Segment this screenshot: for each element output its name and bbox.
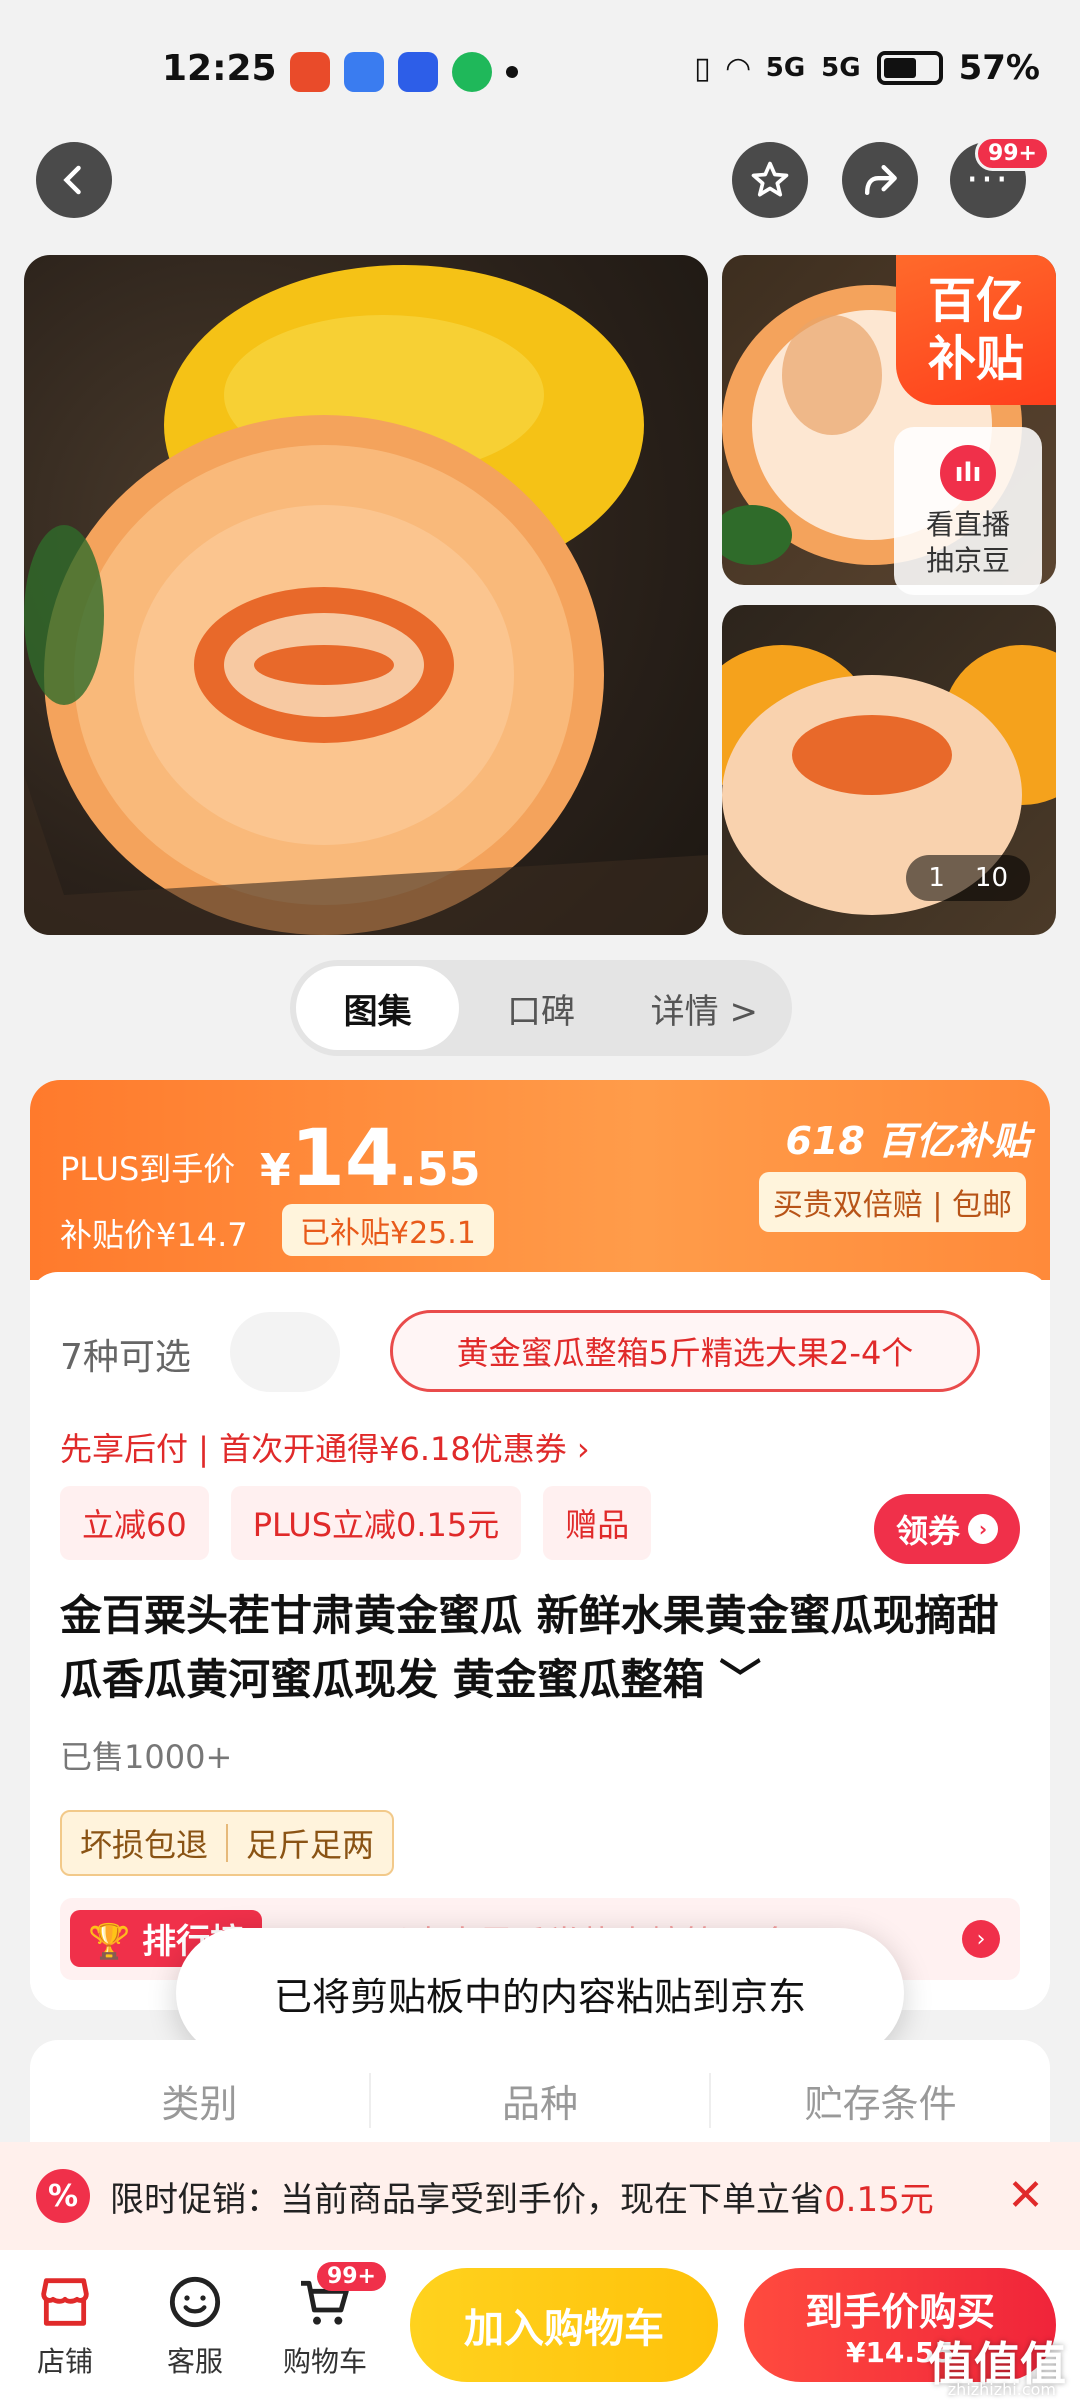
tab-details[interactable]: 详情 > xyxy=(623,966,786,1050)
cart-badge: 99+ xyxy=(316,2262,386,2291)
option-thumbnail[interactable] xyxy=(230,1312,340,1392)
promo-message: 限时促销：当前商品享受到手价，现在下单立省 xyxy=(110,2179,824,2220)
weibo-icon xyxy=(290,52,330,92)
service-label: 客服 xyxy=(166,2345,223,2378)
watermark-url: zhizhizhi.com xyxy=(947,2380,1056,2399)
customer-service-button[interactable]: 客服 xyxy=(140,2270,250,2380)
battery-percent: 57% xyxy=(958,48,1040,88)
price-decimal: .55 xyxy=(399,1142,481,1196)
subsidy-line-2: 补贴 xyxy=(927,331,1024,387)
signal-5g-icon: 5G xyxy=(765,53,806,83)
tab-gallery[interactable]: 图集 xyxy=(296,966,460,1050)
dot-icon xyxy=(506,66,518,78)
image-page-counter: 1 10 xyxy=(906,855,1030,901)
product-gallery[interactable]: 百亿 补贴 ılı 看直播 抽京豆 1 10 xyxy=(0,255,1080,935)
chat-app-icon xyxy=(452,52,492,92)
chevron-left-icon xyxy=(63,165,81,195)
status-bar: 12:25 ▯ ◠ 5G 5G 57% xyxy=(0,0,1080,140)
chip-gift[interactable]: 赠品 xyxy=(543,1486,652,1560)
promo-chips: 立减60 PLUS立减0.15元 赠品 xyxy=(60,1486,652,1560)
subsidy-amount-tag: 已补贴¥25.1 xyxy=(282,1204,494,1256)
spec-storage: 贮存条件 xyxy=(804,2081,957,2126)
plus-price-label: PLUS到手价 xyxy=(60,1150,236,1188)
live-line-1: 看直播 xyxy=(925,508,1010,541)
clipboard-toast: 已将剪贴板中的内容粘贴到京东 xyxy=(176,1928,904,2058)
page-total: 10 xyxy=(974,863,1008,893)
chevron-right-icon: › xyxy=(968,1514,998,1544)
guarantee-shipping-badge: 买贵双倍赔 | 包邮 xyxy=(758,1172,1026,1232)
get-coupon-button[interactable]: 领券 › xyxy=(873,1494,1020,1564)
subsidy-line-1: 百亿 xyxy=(927,273,1024,329)
guarantee-full-weight: 足斤足两 xyxy=(246,1826,375,1864)
final-price: ¥14.55 xyxy=(260,1114,481,1204)
chip-plus-discount[interactable]: PLUS立减0.15元 xyxy=(230,1486,522,1560)
battery-icon xyxy=(876,51,943,85)
coupon-label: 领券 xyxy=(895,1512,960,1550)
store-icon xyxy=(41,2278,89,2326)
close-icon[interactable]: ✕ xyxy=(1007,2170,1044,2221)
baidu-icon xyxy=(398,52,438,92)
spec-variety: 品种 xyxy=(371,2072,712,2128)
main-product-image[interactable] xyxy=(24,255,708,935)
share-button[interactable] xyxy=(842,142,918,218)
price-header: PLUS到手价 ¥14.55 补贴价¥14.7 已补贴¥25.1 618 百亿补… xyxy=(30,1080,1050,1280)
price-integer: 14 xyxy=(290,1114,400,1204)
store-label: 店铺 xyxy=(36,2345,93,2378)
melon-illustration xyxy=(24,265,708,935)
promo-text: 限时促销：当前商品享受到手价，现在下单立省0.15元 xyxy=(110,2172,934,2221)
bottom-action-bar: 店铺 客服 99+ 购物车 加入购物车 到手价购买 ¥14.55 xyxy=(0,2250,1080,2400)
store-button[interactable]: 店铺 xyxy=(10,2270,120,2380)
vibrate-icon: ▯ xyxy=(694,50,711,86)
percent-icon: % xyxy=(36,2169,90,2223)
page-current: 1 xyxy=(928,863,945,893)
cart-label: 购物车 xyxy=(282,2345,367,2378)
status-time: 12:25 xyxy=(162,48,277,89)
star-icon xyxy=(751,161,789,197)
add-to-cart-button[interactable]: 加入购物车 xyxy=(410,2268,718,2382)
chip-discount-60[interactable]: 立减60 xyxy=(60,1486,209,1560)
live-icon: ılı xyxy=(940,445,996,501)
back-button[interactable] xyxy=(36,142,112,218)
guarantee-damage-return: 坏损包退 xyxy=(80,1826,209,1864)
live-stream-button[interactable]: ılı 看直播 抽京豆 xyxy=(894,427,1042,595)
618-subsidy-title[interactable]: 618 百亿补贴 xyxy=(785,1110,1030,1165)
option-count[interactable]: 7种可选 xyxy=(60,1328,191,1380)
search-app-icon xyxy=(344,52,384,92)
selected-option[interactable]: 黄金蜜瓜整箱5斤精选大果2-4个 xyxy=(390,1310,980,1392)
promo-amount: 0.15元 xyxy=(824,2179,934,2220)
more-button[interactable]: ··· 99+ xyxy=(950,136,1050,218)
gallery-tabs: 图集 口碑 详情 > xyxy=(290,960,792,1056)
tab-reviews[interactable]: 口碑 xyxy=(459,966,622,1050)
product-details: 7种可选 黄金蜜瓜整箱5斤精选大果2-4个 先享后付 | 首次开通得¥6.18优… xyxy=(30,1272,1050,2010)
chat-smile-icon xyxy=(169,2276,221,2328)
pay-later-promo[interactable]: 先享后付 | 首次开通得¥6.18优惠券 › xyxy=(60,1424,590,1470)
live-line-2: 抽京豆 xyxy=(925,544,1010,577)
price-currency: ¥ xyxy=(260,1145,291,1196)
spec-category: 类别 xyxy=(30,2072,371,2128)
subsidy-price: 补贴价¥14.7 xyxy=(60,1216,248,1254)
service-guarantees[interactable]: 坏损包退 足斤足两 xyxy=(60,1810,395,1876)
chevron-right-icon: › xyxy=(962,1920,1000,1958)
favorite-button[interactable] xyxy=(732,142,808,218)
sold-count: 已售1000+ xyxy=(60,1738,233,1776)
more-badge: 99+ xyxy=(974,136,1050,171)
status-app-icons xyxy=(290,52,518,92)
cart-button[interactable]: 99+ 购物车 xyxy=(270,2262,386,2380)
limited-promo-bar[interactable]: % 限时促销：当前商品享受到手价，现在下单立省0.15元 ✕ xyxy=(0,2142,1080,2250)
share-icon xyxy=(864,164,897,196)
signal-5g-icon-2: 5G xyxy=(821,53,861,83)
product-info-card: PLUS到手价 ¥14.55 补贴价¥14.7 已补贴¥25.1 618 百亿补… xyxy=(30,1080,1050,2010)
product-title[interactable]: 金百粟头茬甘肃黄金蜜瓜 新鲜水果黄金蜜瓜现摘甜瓜香瓜黄河蜜瓜现发 黄金蜜瓜整箱 … xyxy=(60,1584,1020,1712)
subsidy-badge[interactable]: 百亿 补贴 xyxy=(896,255,1056,405)
status-right: ▯ ◠ 5G 5G 57% xyxy=(694,48,1040,88)
wifi-icon: ◠ xyxy=(726,50,750,86)
more-dots-icon: ··· xyxy=(965,157,1011,203)
